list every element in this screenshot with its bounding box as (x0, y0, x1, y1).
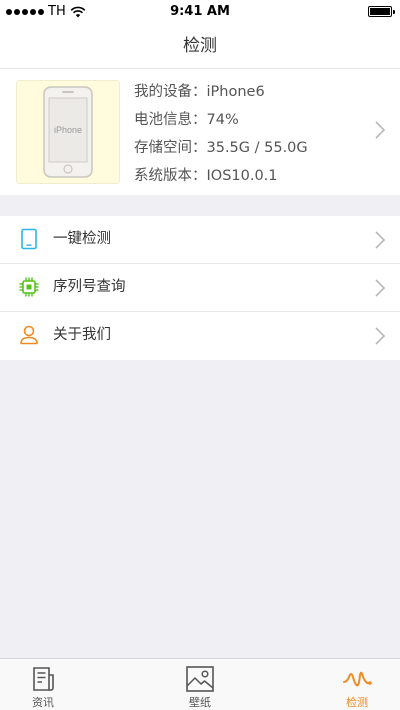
device-info-list: 我的设备：iPhone6 电池信息：74% 存储空间：35.5G / 55.0G… (134, 78, 308, 190)
device-model-label: 我的设备： (134, 84, 207, 100)
chevron-right-icon (375, 327, 386, 345)
chevron-right-icon (375, 279, 386, 297)
storage-label: 存储空间： (134, 140, 207, 156)
chip-icon (19, 277, 39, 297)
battery-info-label: 电池信息： (134, 112, 207, 128)
person-icon (20, 325, 38, 345)
news-icon (33, 667, 54, 691)
menu-item-about-us[interactable]: 关于我们 (0, 312, 400, 360)
menu-list: 一键检测 序列号查询 关于我们 (0, 216, 400, 360)
screen: TH 9:41 AM 检测 iPhone 我的设备：iPhone6 电池信息：7… (0, 0, 400, 710)
system-version-row: 系统版本：IOS10.0.1 (134, 162, 308, 190)
status-time: 9:41 AM (170, 4, 230, 19)
menu-item-label: 序列号查询 (53, 279, 126, 295)
battery-info-row: 电池信息：74% (134, 106, 308, 134)
device-model-row: 我的设备：iPhone6 (134, 78, 308, 106)
tablet-icon (21, 228, 37, 250)
menu-item-label: 一键检测 (53, 231, 111, 247)
tab-label: 检测 (346, 696, 368, 709)
tab-detection[interactable]: 检测 (297, 659, 400, 710)
storage-value: 35.5G / 55.0G (206, 140, 308, 156)
menu-item-one-click-check[interactable]: 一键检测 (0, 216, 400, 264)
menu-item-serial-lookup[interactable]: 序列号查询 (0, 264, 400, 312)
chevron-right-icon (375, 231, 386, 249)
battery-info-value: 74% (206, 112, 239, 128)
tab-label: 壁纸 (189, 696, 211, 709)
device-info-card[interactable]: iPhone 我的设备：iPhone6 电池信息：74% 存储空间：35.5G … (0, 68, 400, 195)
menu-item-label: 关于我们 (53, 327, 111, 343)
device-model-value: iPhone6 (206, 84, 265, 100)
pulse-icon (343, 671, 372, 687)
battery-icon (368, 6, 395, 17)
tab-bar: 资讯 壁纸 检测 (0, 658, 400, 710)
system-version-value: IOS10.0.1 (206, 168, 278, 184)
page-title: 检测 (0, 24, 400, 68)
thumbnail-text: iPhone (54, 125, 82, 135)
status-bar: TH 9:41 AM (0, 0, 400, 24)
storage-row: 存储空间：35.5G / 55.0G (134, 134, 308, 162)
tab-label: 资讯 (32, 696, 54, 709)
device-thumbnail: iPhone (16, 80, 120, 184)
phone-illustration-icon: iPhone (43, 86, 93, 178)
tab-wallpaper[interactable]: 壁纸 (140, 659, 260, 710)
tab-news[interactable]: 资讯 (0, 659, 103, 710)
system-version-label: 系统版本： (134, 168, 207, 184)
chevron-right-icon (375, 121, 386, 139)
divider (0, 68, 400, 69)
picture-icon (186, 666, 214, 692)
